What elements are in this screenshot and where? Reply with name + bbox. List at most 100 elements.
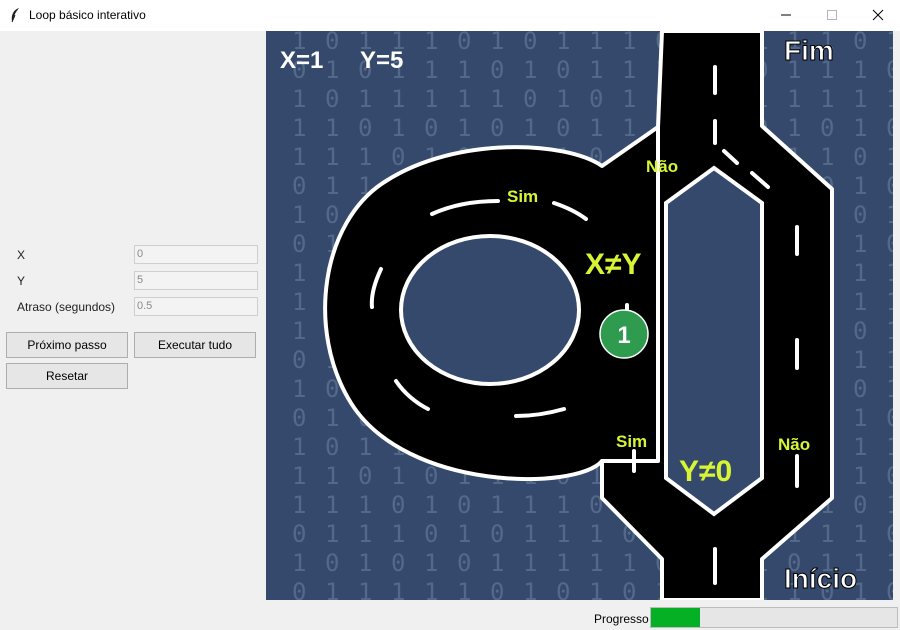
binary-digit: 1	[292, 85, 306, 113]
binary-digit: 1	[886, 549, 893, 577]
binary-digit: 0	[853, 31, 867, 55]
title-bar: Loop básico interativo	[0, 0, 900, 31]
branch-nao-1: Não	[646, 157, 678, 176]
binary-digit: 1	[292, 433, 306, 461]
binary-digit: 1	[391, 578, 405, 600]
binary-digit: 1	[853, 404, 867, 432]
binary-digit: 1	[853, 462, 867, 490]
scene-canvas: 1011101011101011101001011101011101011101…	[266, 31, 893, 600]
binary-digit: 1	[787, 114, 801, 142]
binary-digit: 1	[853, 230, 867, 258]
binary-digit: 1	[589, 578, 603, 600]
binary-digit: 1	[490, 31, 504, 55]
progress-fill	[651, 608, 701, 627]
delay-field[interactable]: 0.5	[134, 297, 258, 316]
maximize-button[interactable]	[809, 0, 855, 31]
binary-digit: 0	[490, 56, 504, 84]
binary-digit: 1	[292, 201, 306, 229]
binary-digit: 1	[523, 578, 537, 600]
binary-digit: 0	[853, 317, 867, 345]
binary-digit: 1	[424, 491, 438, 519]
binary-digit: 1	[853, 85, 867, 113]
binary-digit: 0	[886, 404, 893, 432]
binary-digit: 0	[292, 172, 306, 200]
window-title: Loop básico interativo	[29, 8, 146, 22]
binary-digit: 0	[622, 578, 636, 600]
loop-island	[399, 234, 581, 386]
binary-digit: 0	[886, 172, 893, 200]
binary-digit: 0	[358, 114, 372, 142]
y-label: Y	[17, 274, 26, 288]
binary-digit: 1	[325, 578, 339, 600]
cond-y0-label: Y≠0	[679, 455, 732, 488]
binary-digit: 0	[853, 143, 867, 171]
binary-digit: 1	[292, 317, 306, 345]
x-readout: X=1	[280, 47, 323, 74]
binary-digit: 1	[358, 520, 372, 548]
binary-digit: 1	[556, 31, 570, 55]
binary-digit: 1	[292, 462, 306, 490]
binary-digit: 1	[358, 433, 372, 461]
binary-digit: 1	[391, 114, 405, 142]
binary-digit: 1	[523, 491, 537, 519]
binary-digit: 1	[853, 520, 867, 548]
binary-digit: 1	[556, 549, 570, 577]
binary-digit: 1	[853, 114, 867, 142]
binary-digit: 1	[853, 259, 867, 287]
binary-digit: 1	[523, 114, 537, 142]
binary-digit: 1	[325, 114, 339, 142]
binary-digit: 1	[292, 549, 306, 577]
binary-digit: 1	[556, 491, 570, 519]
branch-sim-1: Sim	[507, 187, 538, 206]
y-field[interactable]: 5	[134, 271, 258, 290]
next-step-button[interactable]: Próximo passo	[6, 332, 128, 358]
close-icon	[872, 9, 884, 21]
binary-digit: 0	[457, 549, 471, 577]
binary-digit: 1	[457, 114, 471, 142]
feather-icon	[11, 8, 19, 23]
delay-label: Atraso (segundos)	[17, 300, 116, 314]
binary-digit: 0	[391, 491, 405, 519]
binary-digit: 1	[853, 433, 867, 461]
app-window: Loop básico interativo X 0 Y 5 Atraso (s…	[0, 0, 900, 630]
close-button[interactable]	[855, 0, 900, 31]
binary-digit: 0	[325, 549, 339, 577]
binary-digit: 1	[424, 578, 438, 600]
reset-button[interactable]: Resetar	[6, 363, 128, 389]
binary-digit: 1	[523, 549, 537, 577]
binary-digit: 0	[457, 491, 471, 519]
binary-digit: 0	[886, 520, 893, 548]
run-all-button[interactable]: Executar tudo	[134, 332, 256, 358]
binary-digit: 0	[292, 230, 306, 258]
binary-digit: 1	[523, 56, 537, 84]
binary-digit: 0	[853, 375, 867, 403]
binary-digit: 0	[325, 85, 339, 113]
position-marker-value: 1	[617, 322, 630, 349]
binary-digit: 0	[523, 85, 537, 113]
binary-digit: 1	[886, 375, 893, 403]
x-field[interactable]: 0	[134, 245, 258, 264]
binary-digit: 1	[589, 31, 603, 55]
binary-digit: 0	[325, 31, 339, 55]
binary-digit: 0	[292, 520, 306, 548]
binary-digit: 1	[853, 288, 867, 316]
binary-digit: 0	[292, 578, 306, 600]
binary-digit: 0	[424, 520, 438, 548]
binary-digit: 1	[325, 143, 339, 171]
binary-digit: 1	[325, 404, 339, 432]
binary-digit: 0	[523, 31, 537, 55]
binary-digit: 1	[325, 462, 339, 490]
binary-digit: 1	[325, 520, 339, 548]
binary-digit: 1	[424, 56, 438, 84]
binary-digit: 0	[391, 143, 405, 171]
minimize-button[interactable]	[763, 0, 809, 31]
binary-digit: 1	[853, 56, 867, 84]
binary-digit: 0	[358, 462, 372, 490]
binary-digit: 1	[424, 31, 438, 55]
track-diagram: 1011101011101011101001011101011101011101…	[266, 31, 893, 600]
minimize-icon	[781, 14, 791, 16]
binary-digit: 1	[523, 520, 537, 548]
maximize-icon	[827, 10, 837, 20]
control-panel: X 0 Y 5 Atraso (segundos) 0.5 Próximo pa…	[0, 31, 265, 431]
binary-digit: 1	[622, 549, 636, 577]
